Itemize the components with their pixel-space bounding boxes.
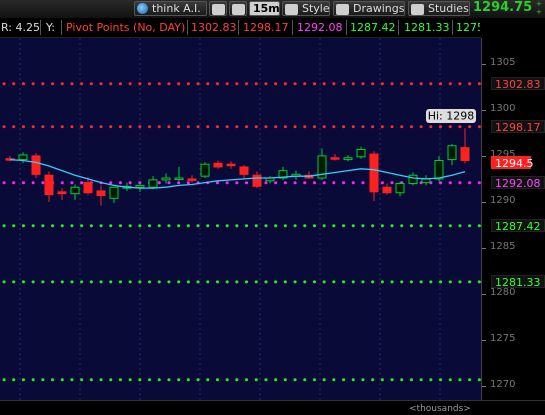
divider <box>398 20 399 35</box>
study-value-pivot: 1292.08 <box>297 21 343 34</box>
axis-tick-label: 1300 <box>490 102 516 114</box>
candle-body <box>57 191 67 195</box>
candle-body <box>408 174 418 185</box>
study-value-s3: 1275... <box>456 21 480 34</box>
candle-body <box>83 182 93 194</box>
legend-spacer <box>481 18 545 37</box>
axis-tick-label: 1270 <box>490 379 516 391</box>
pivot-value-label: 1287.42 <box>491 219 545 233</box>
candle-body <box>330 157 340 160</box>
divider <box>346 20 347 35</box>
candle-body <box>200 163 210 177</box>
axis-tick-mark <box>482 386 486 388</box>
axis-tick-mark <box>482 201 486 203</box>
candle-body <box>460 147 470 162</box>
change-bottom: + <box>536 8 542 16</box>
drawings-label: Drawings <box>353 2 405 15</box>
tool-button-1[interactable] <box>209 1 227 16</box>
axis-tick-mark <box>482 248 486 249</box>
study-legend-bar: R: 4.25 Y: Pivot Points (No, DAY) 1302.8… <box>0 18 481 38</box>
pencil-icon <box>336 4 349 15</box>
chart-toolbar: think A.I. 15m Style Drawings Studies 12… <box>0 0 545 19</box>
divider <box>292 20 293 35</box>
studies-icon <box>411 4 424 15</box>
axis-tick-mark <box>482 340 486 342</box>
pivot-value-label: 1292.08 <box>491 176 545 190</box>
divider <box>452 20 453 35</box>
axis-tick-label: 1305 <box>490 56 516 68</box>
tool-button-2[interactable] <box>229 1 247 16</box>
candle-body <box>434 160 444 180</box>
divider <box>40 20 41 35</box>
candle-body <box>369 153 379 193</box>
divider <box>187 20 188 35</box>
thousands-label: <thousands> <box>409 404 471 414</box>
candle-body <box>96 190 106 197</box>
divider <box>238 20 239 35</box>
axis-tick-mark <box>482 294 486 296</box>
study-value-s2: 1281.33 <box>404 21 450 34</box>
study-name[interactable]: Pivot Points (No, DAY) <box>66 20 185 35</box>
style-chart-icon <box>285 4 298 15</box>
axis-tick-label: 1290 <box>490 194 516 206</box>
candle-body <box>135 184 145 188</box>
timeframe-button[interactable]: 15m <box>249 1 280 16</box>
candle-body <box>174 177 184 181</box>
pivot-value-label: 1302.83 <box>491 77 545 91</box>
timeframe-label: 15m <box>253 2 280 15</box>
change-indicator: + + <box>536 0 542 16</box>
studies-button[interactable]: Studies <box>408 1 470 16</box>
last-price: 1294.75 <box>473 0 533 15</box>
divider <box>61 20 62 35</box>
change-top: + <box>536 0 542 8</box>
candle-body <box>395 183 405 194</box>
candle-body <box>161 177 171 181</box>
candle-body <box>382 186 392 194</box>
zoom-icon <box>232 4 245 15</box>
axis-tick-label: 1275 <box>490 333 516 345</box>
candle-body <box>239 166 249 175</box>
footer-bar: <thousands> <box>0 400 545 415</box>
high-bubble-text: Hi: 1298 <box>428 110 475 123</box>
studies-label: Studies <box>428 2 469 15</box>
axis-tick-mark <box>482 63 486 65</box>
style-button[interactable]: Style <box>282 1 330 16</box>
think-ai-label: think A.I. <box>152 2 201 15</box>
globe-icon <box>137 3 148 14</box>
candle-body <box>70 186 80 195</box>
style-label: Style <box>302 2 330 15</box>
price-chart[interactable]: Hi: 1298 <box>0 38 481 400</box>
last-price-label: 1294.5 <box>491 156 534 170</box>
candle-body <box>18 154 28 161</box>
candle-body <box>31 155 41 175</box>
drawings-button[interactable]: Drawings <box>333 1 405 16</box>
axis-tick-label: 1285 <box>490 241 516 252</box>
candle-body <box>187 178 197 181</box>
y-label: Y: <box>46 21 55 34</box>
pivot-value-label: 1298.17 <box>491 120 545 134</box>
axis-tick-mark <box>482 155 486 157</box>
candle-body <box>109 186 119 199</box>
study-value-s1: 1287.42 <box>350 21 396 34</box>
chart-svg: Hi: 1298 <box>2 38 481 400</box>
candle-body <box>356 148 366 158</box>
candle-body <box>343 157 353 161</box>
crosshair-icon <box>212 4 225 15</box>
pivot-value-label: 1281.33 <box>491 275 545 289</box>
axis-tick-mark <box>482 109 486 111</box>
think-ai-button[interactable]: think A.I. <box>134 1 207 16</box>
price-axis[interactable]: 1305 1300 1295 1290 1285 1280 1275 1270 1302.83… <box>481 38 545 400</box>
candle-body <box>226 163 236 167</box>
candle-body <box>447 145 457 161</box>
range-value: R: 4.25 <box>1 21 40 34</box>
study-value-r1: 1298.17 <box>243 21 289 34</box>
candle-body <box>213 162 223 168</box>
candle-body <box>252 174 262 187</box>
study-value-r2: 1302.83 <box>191 21 237 34</box>
candle-body <box>44 174 54 196</box>
candle-body <box>148 179 158 188</box>
